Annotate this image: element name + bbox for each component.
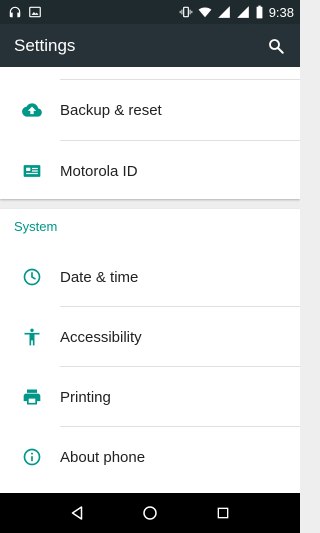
home-icon (143, 506, 157, 520)
wifi-icon (198, 5, 212, 19)
status-right-icons: 9:38 (179, 5, 294, 20)
battery-icon (255, 5, 264, 19)
status-time: 9:38 (268, 4, 294, 20)
home-button[interactable] (130, 493, 170, 533)
settings-item-printing[interactable]: Printing (0, 367, 300, 427)
settings-card-system: System Date & time Accessibility Printin… (0, 209, 300, 493)
signal-icon (217, 5, 231, 19)
section-header-system: System (14, 219, 58, 234)
settings-item-backup-reset[interactable]: Backup & reset (0, 80, 300, 140)
settings-item-label: Printing (60, 388, 111, 406)
settings-item-about-phone[interactable]: About phone (0, 427, 300, 487)
back-icon (71, 506, 82, 520)
clock-icon (0, 267, 60, 287)
back-button[interactable] (57, 493, 97, 533)
search-button[interactable] (264, 34, 288, 58)
vibrate-icon (179, 5, 193, 19)
signal-icon (236, 5, 250, 19)
settings-item-label: Date & time (60, 268, 139, 286)
recents-icon (217, 507, 229, 519)
status-bar: 9:38 (0, 0, 300, 24)
info-icon (0, 447, 60, 467)
page-title: Settings (14, 35, 76, 55)
image-icon (28, 5, 42, 19)
settings-item-label: About phone (60, 448, 146, 466)
recents-button[interactable] (203, 493, 243, 533)
navigation-bar (0, 493, 300, 533)
app-bar: Settings (0, 24, 300, 67)
id-card-icon (0, 161, 60, 181)
settings-item-label: Accessibility (60, 328, 142, 346)
status-left-icons (8, 5, 42, 19)
printer-icon (0, 387, 60, 407)
settings-item-motorola-id[interactable]: Motorola ID (0, 141, 300, 201)
search-icon (269, 38, 284, 54)
settings-list[interactable]: Backup & reset Motorola ID System Date &… (0, 67, 300, 493)
settings-item-date-time[interactable]: Date & time (0, 247, 300, 307)
settings-item-label: Backup & reset (60, 101, 162, 119)
headphones-icon (8, 5, 22, 19)
settings-item-label: Motorola ID (60, 162, 138, 180)
accessibility-icon (0, 327, 60, 347)
settings-card-top: Backup & reset Motorola ID (0, 67, 300, 199)
settings-item-accessibility[interactable]: Accessibility (0, 307, 300, 367)
cloud-upload-icon (0, 100, 60, 120)
